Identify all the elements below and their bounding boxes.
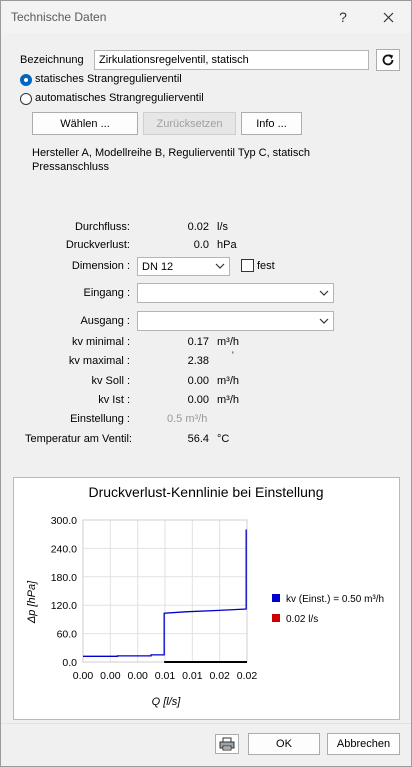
dimension-label: Dimension : [71, 260, 130, 272]
radio-statisch-label: statisches Strangregulierventil [35, 73, 182, 85]
y-tick-label: 120.0 [51, 600, 77, 612]
x-tick-label: 0.00 [100, 670, 121, 682]
einstellung-label: Einstellung : [70, 413, 130, 425]
druckverlust-label: Druckverlust: [65, 239, 130, 251]
print-button[interactable] [215, 734, 239, 754]
chevron-down-icon [319, 290, 329, 296]
fest-label: fest [257, 260, 275, 272]
info-button[interactable]: Info ... [241, 112, 302, 135]
radio-statisch[interactable] [20, 74, 32, 86]
kv-soll-value: 0.00 [187, 375, 209, 387]
fest-checkbox[interactable] [241, 259, 254, 272]
bezeichnung-input[interactable]: Zirkulationsregelventil, statisch [94, 50, 369, 70]
ausgang-label: Ausgang : [80, 315, 130, 327]
help-icon: ? [339, 9, 347, 25]
x-tick-label: 0.02 [237, 670, 258, 682]
chart-grid [82, 519, 248, 663]
pressure-loss-chart: Druckverlust-Kennlinie bei Einstellung 3… [26, 484, 384, 708]
description-line2: Pressanschluss [32, 161, 110, 173]
chart-title: Druckverlust-Kennlinie bei Einstellung [88, 484, 323, 500]
druckverlust-unit: hPa [217, 239, 237, 251]
x-tick-label: 0.02 [209, 670, 230, 682]
eingang-select[interactable] [137, 283, 334, 303]
legend-swatch [272, 614, 280, 622]
y-axis-ticks: 300.0 240.0 180.0 120.0 60.0 0.0 [51, 515, 77, 669]
kv-soll-unit: m³/h [217, 375, 239, 387]
x-tick-label: 0.01 [182, 670, 203, 682]
printer-icon [219, 737, 235, 751]
kv-ist-label: kv Ist : [98, 394, 130, 406]
durchfluss-value: 0.02 [187, 221, 209, 233]
x-tick-label: 0.00 [73, 670, 94, 682]
help-button[interactable]: ? [329, 5, 357, 29]
kv-ist-unit: m³/h [217, 394, 239, 406]
kv-minimal-value: 0.17 [187, 336, 209, 348]
kv-ist-value: 0.00 [187, 394, 209, 406]
kv-soll-label: kv Soll : [91, 375, 130, 387]
bezeichnung-label: Bezeichnung [20, 54, 84, 66]
y-tick-label: 180.0 [51, 572, 77, 584]
description-line1: Hersteller A, Modellreihe B, Regulierven… [32, 147, 310, 159]
waehlen-label: Wählen ... [60, 117, 110, 130]
chevron-down-icon [319, 318, 329, 324]
y-axis-label: Δp [hPa] [26, 580, 38, 624]
info-label: Info ... [256, 117, 287, 130]
refresh-icon [382, 54, 394, 66]
footer-divider [1, 723, 411, 724]
einstellung-value: 0.5 m³/h [167, 413, 208, 425]
chart-legend: kv (Einst.) = 0.50 m³/h 0.02 l/s [272, 594, 384, 625]
ok-label: OK [276, 738, 292, 750]
temperatur-label: Temperatur am Ventil: [25, 433, 132, 445]
y-tick-label: 60.0 [57, 629, 78, 641]
druckverlust-value: 0.0 [193, 239, 209, 251]
waehlen-button[interactable]: Wählen ... [32, 112, 138, 135]
window-title: Technische Daten [11, 10, 107, 24]
cancel-button[interactable]: Abbrechen [327, 733, 400, 755]
close-button[interactable] [374, 5, 402, 29]
dimension-value: DN 12 [142, 261, 174, 273]
durchfluss-unit: l/s [217, 221, 228, 233]
kv-maximal-value: 2.38 [187, 355, 209, 367]
dimension-select[interactable]: DN 12 [137, 257, 230, 276]
x-tick-label: 0.00 [127, 670, 148, 682]
technische-daten-dialog: Technische Daten ? Bezeichnung Zirkulati… [0, 0, 412, 767]
x-tick-label: 0.01 [155, 670, 176, 682]
zuruecksetzen-button[interactable]: Zurücksetzen [143, 112, 236, 135]
x-axis-ticks: 0.00 0.00 0.00 0.01 0.01 0.02 0.02 [73, 670, 258, 682]
radio-automatisch[interactable] [20, 93, 32, 105]
legend-label: 0.02 l/s [286, 614, 318, 625]
zuruecksetzen-label: Zurücksetzen [156, 117, 223, 130]
temperatur-value: 56.4 [187, 433, 209, 445]
ok-button[interactable]: OK [248, 733, 320, 755]
close-icon [383, 12, 393, 22]
kv-minimal-label: kv minimal : [71, 336, 130, 348]
y-tick-label: 300.0 [51, 515, 77, 527]
x-axis-label: Q [l/s] [152, 696, 182, 708]
durchfluss-label: Durchfluss: [74, 221, 130, 233]
refresh-button[interactable] [376, 49, 400, 71]
kv-maximal-label: kv maximal : [68, 355, 130, 367]
eingang-label: Eingang : [83, 287, 130, 299]
legend-label: kv (Einst.) = 0.50 m³/h [286, 594, 384, 605]
temperatur-unit: °C [217, 433, 230, 445]
chart-panel: Druckverlust-Kennlinie bei Einstellung 3… [13, 477, 400, 720]
y-tick-label: 240.0 [51, 543, 77, 555]
y-tick-label: 0.0 [62, 657, 77, 669]
bezeichnung-value: Zirkulationsregelventil, statisch [99, 54, 249, 66]
title-bar: Technische Daten ? [1, 1, 411, 33]
cancel-label: Abbrechen [336, 738, 391, 750]
radio-automatisch-label: automatisches Strangregulierventil [35, 92, 204, 104]
kv-minimal-unit: m³/h [217, 336, 239, 348]
legend-swatch [272, 594, 280, 602]
kv-maximal-unit: ' [232, 350, 234, 360]
chevron-down-icon [215, 263, 225, 269]
ausgang-select[interactable] [137, 311, 334, 331]
